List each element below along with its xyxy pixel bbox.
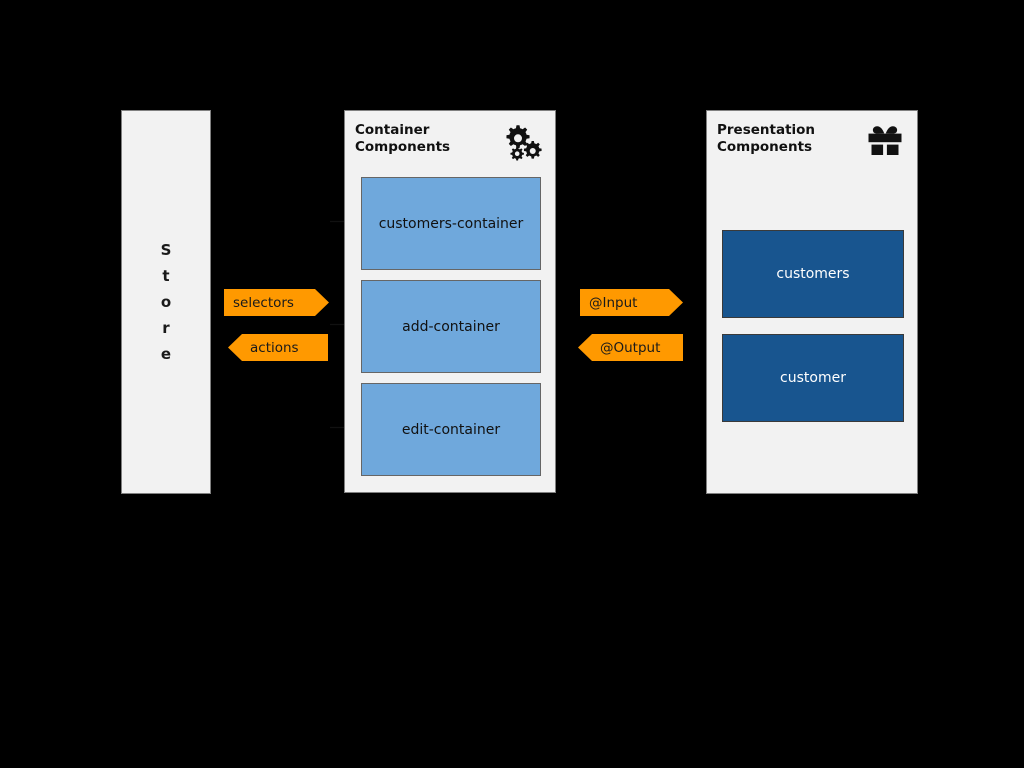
container-box-label: add-container [402,318,500,335]
gift-icon [868,126,902,155]
gears-icon [506,125,542,161]
presentation-components-title: Presentation Components [717,122,816,155]
input-label: @Input [589,294,638,311]
presentation-box-customer[interactable]: customer [722,334,904,422]
store-letter: o [160,293,172,311]
store-letter: t [162,267,170,285]
store-letter: r [162,319,170,337]
input-arrow-banner: @Input [580,289,683,316]
store-panel: S t o r e [121,110,211,494]
presentation-box-label: customer [780,370,846,386]
actions-arrow-banner: actions [228,334,328,361]
presentation-box-customers[interactable]: customers [722,230,904,318]
container-box-label: customers-container [378,215,524,232]
container-components-title: Container Components [355,122,451,155]
selectors-label: selectors [233,294,294,311]
presentation-components-panel: Presentation Components customers custom… [706,110,918,494]
selectors-arrow-banner: selectors [224,289,329,316]
container-box-add-container[interactable]: add-container [361,280,541,373]
presentation-box-label: customers [776,266,850,282]
actions-label: actions [250,339,299,356]
container-box-label: edit-container [401,421,501,438]
store-letter: S [160,241,172,259]
container-box-edit-container[interactable]: edit-container [361,383,541,476]
container-components-panel: Container Components customers-container… [344,110,556,493]
store-letter: e [160,345,172,363]
output-arrow-banner: @Output [578,334,683,361]
container-box-customers-container[interactable]: customers-container [361,177,541,270]
store-label: S t o r e [122,111,210,493]
output-label: @Output [600,339,661,356]
diagram-canvas: S t o r e selectors actions Container Co… [0,0,1024,768]
